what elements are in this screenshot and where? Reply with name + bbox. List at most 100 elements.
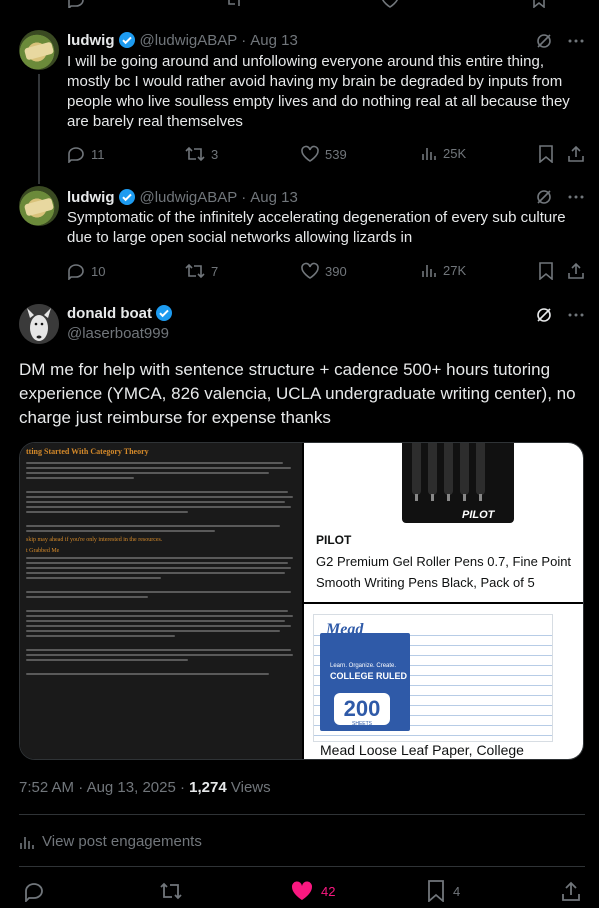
author-name[interactable]: ludwig: [67, 32, 115, 49]
grok-icon[interactable]: [535, 188, 553, 206]
product-title: Mead Loose Leaf Paper, College: [320, 742, 524, 758]
avatar[interactable]: [19, 186, 59, 226]
reply-button[interactable]: 11: [67, 145, 105, 163]
post-time[interactable]: 7:52 AM: [19, 779, 74, 796]
share-button[interactable]: [560, 880, 582, 902]
grok-icon[interactable]: [535, 306, 553, 324]
post-date[interactable]: Aug 13: [250, 189, 298, 206]
reply-button[interactable]: 10: [67, 262, 105, 280]
reply-header: ludwig @ludwigABAP · Aug 13: [67, 187, 298, 207]
share-icon: [568, 145, 584, 162]
author-handle[interactable]: @ludwigABAP: [140, 189, 238, 206]
post-date[interactable]: Aug 13: [250, 32, 298, 49]
reply-icon[interactable]: [67, 0, 85, 8]
reply-header: ludwig @ludwigABAP · Aug 13: [67, 30, 298, 50]
like-count: 390: [325, 263, 347, 279]
previous-tweet-actions: [67, 0, 585, 8]
mead-ruling: COLLEGE RULED: [330, 671, 408, 681]
bookmark-button[interactable]: [538, 145, 554, 163]
doc-note: skip may ahead if you're only interested…: [26, 537, 163, 543]
separator-dot: ·: [241, 188, 247, 206]
document-screenshot[interactable]: tting Started With Category Theory skip …: [20, 443, 302, 759]
like-button[interactable]: 390: [301, 262, 347, 280]
reply-icon: [68, 147, 84, 163]
product-brand: PILOT: [316, 533, 352, 547]
reply-icon: [25, 883, 43, 902]
divider: [19, 814, 585, 815]
avatar[interactable]: [19, 30, 59, 70]
mead-sheets-label: SHEETS: [352, 721, 373, 727]
mead-paper-product[interactable]: Mead Learn. Organize. Create. COLLEGE RU…: [304, 604, 583, 759]
like-button[interactable]: 42: [291, 880, 335, 902]
main-author: donald boat: [67, 304, 177, 322]
share-icon: [568, 262, 584, 279]
bookmark-icon: [539, 262, 553, 280]
repost-button[interactable]: 7: [185, 262, 218, 280]
like-count: 42: [321, 883, 336, 899]
reply-button[interactable]: [23, 880, 45, 902]
more-icon[interactable]: [567, 306, 585, 324]
separator-dot: ·: [241, 31, 247, 49]
mead-tagline: Learn. Organize. Create.: [330, 663, 397, 669]
share-button[interactable]: [567, 145, 585, 163]
avatar[interactable]: [19, 304, 59, 344]
repost-icon[interactable]: [225, 0, 243, 8]
paper-pack-image: Mead Learn. Organize. Create. COLLEGE RU…: [313, 614, 553, 742]
main-post-text: DM me for help with sentence structure +…: [19, 360, 576, 427]
verified-icon: [118, 31, 136, 49]
post-actions: 11 3 539 25K: [67, 145, 585, 165]
post-full-date[interactable]: Aug 13, 2025: [87, 779, 176, 796]
like-icon[interactable]: [381, 0, 399, 8]
repost-icon: [185, 146, 205, 162]
views-button[interactable]: 25K: [421, 145, 466, 161]
views-icon: [422, 265, 436, 277]
post-text: I will be going around and unfollowing e…: [67, 53, 570, 130]
author-handle[interactable]: @ludwigABAP: [140, 32, 238, 49]
engagements-label: View post engagements: [42, 833, 202, 850]
more-icon[interactable]: [567, 188, 585, 206]
repost-button[interactable]: 3: [185, 145, 218, 163]
post-text: Symptomatic of the infinitely accelerati…: [67, 209, 566, 246]
repost-count: 7: [211, 263, 219, 279]
thread-line: [38, 74, 40, 184]
post-corner-icons: [535, 188, 585, 206]
views-icon: [422, 148, 436, 160]
author-name[interactable]: ludwig: [67, 189, 115, 206]
views-label: Views: [230, 779, 271, 796]
verified-icon: [155, 304, 173, 322]
share-button[interactable]: [567, 262, 585, 280]
post-corner-icons: [535, 306, 585, 324]
views-button[interactable]: 27K: [421, 262, 466, 278]
post-corner-icons: [535, 32, 585, 50]
bookmark-button[interactable]: 4: [427, 880, 460, 902]
bookmark-icon: [539, 145, 553, 163]
pilot-logo: PILOT: [462, 509, 495, 521]
view-engagements-link[interactable]: View post engagements: [19, 833, 202, 850]
author-handle[interactable]: @laserboat999: [67, 325, 169, 342]
media-grid: tting Started With Category Theory skip …: [19, 442, 584, 760]
pen-pack-image: PILOT: [402, 443, 514, 523]
repost-button[interactable]: [159, 880, 183, 902]
doc-title: tting Started With Category Theory: [26, 447, 149, 456]
divider: [19, 866, 585, 867]
like-icon: [301, 262, 319, 279]
doc-heading: t Grabbed Me: [26, 548, 60, 554]
reply-count: 11: [91, 146, 105, 162]
share-icon: [562, 881, 580, 901]
repost-icon: [185, 263, 205, 279]
repost-icon: [160, 882, 182, 900]
bookmark-button[interactable]: [538, 262, 554, 280]
bookmark-count: 4: [453, 883, 461, 899]
views-count: 27K: [443, 262, 467, 278]
pilot-pens-product[interactable]: PILOT PILOT G2 Premium Gel Roller Pens 0…: [304, 443, 583, 602]
more-icon[interactable]: [567, 32, 585, 50]
like-button[interactable]: 539: [301, 145, 347, 163]
like-icon: [291, 881, 313, 900]
grok-icon[interactable]: [535, 32, 553, 50]
like-icon: [301, 145, 319, 162]
like-count: 539: [325, 146, 347, 162]
product-title: G2 Premium Gel Roller Pens 0.7, Fine Poi…: [316, 554, 572, 590]
bookmark-icon[interactable]: [532, 0, 546, 8]
main-post-actions: 42 4: [19, 880, 585, 904]
author-name[interactable]: donald boat: [67, 305, 152, 322]
